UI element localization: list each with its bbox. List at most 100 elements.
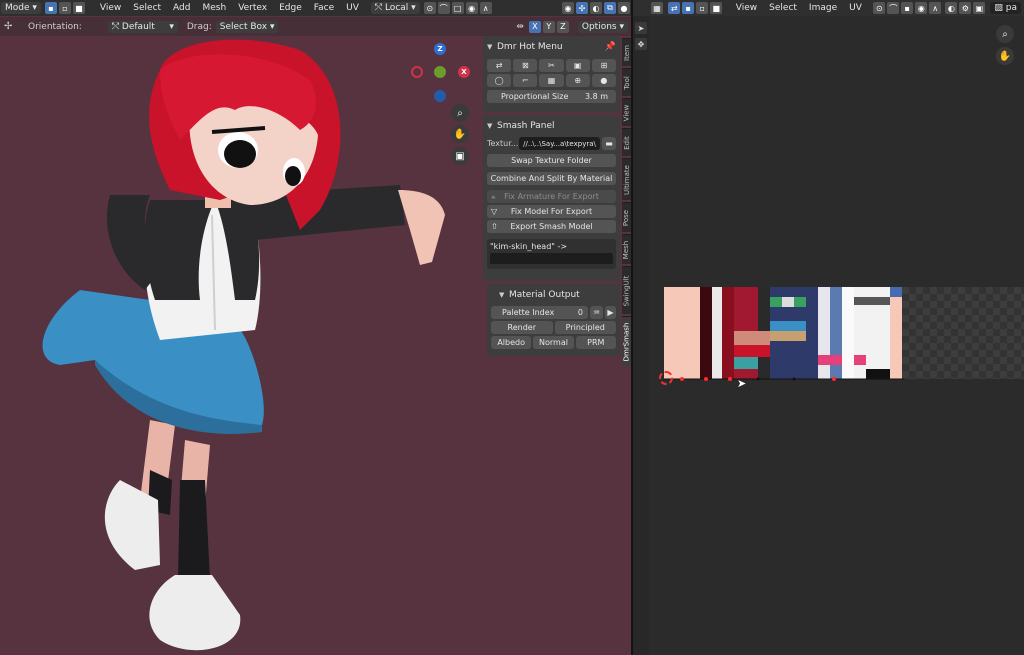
mirror-z-button[interactable]: Z (556, 20, 569, 33)
palette-index-field[interactable]: Palette Index 0 (491, 306, 588, 319)
palette-next-icon[interactable]: ▶ (605, 306, 616, 319)
snap-target-icon[interactable]: □ (451, 2, 464, 14)
uv-pan-hand-icon[interactable]: ✋ (996, 47, 1014, 65)
gizmo-x-axis[interactable]: X (458, 66, 470, 78)
tab-edit[interactable]: Edit (622, 128, 631, 156)
uv-pivot-icon[interactable]: ⊙ (873, 2, 886, 14)
material-output-header[interactable]: ▼ Material Output (491, 287, 616, 303)
uv-editor[interactable]: ▦ ⇄ ▪ ▫ ■ View Select Image UV ⊙ ⌒ ▪ ◉ ∧… (633, 0, 1024, 655)
shading-solid-icon[interactable]: ● (618, 2, 630, 14)
uv-vertex-select-icon[interactable]: ▪ (682, 2, 695, 14)
tab-tool[interactable]: Tool (622, 68, 631, 96)
folder-icon[interactable]: ▬ (602, 137, 616, 150)
uv-edge-select-icon[interactable]: ▫ (696, 2, 709, 14)
tab-pose[interactable]: Pose (622, 202, 631, 232)
tab-ultimate[interactable]: Ultimate (622, 158, 631, 200)
menu-face[interactable]: Face (308, 3, 340, 13)
export-model-button[interactable]: ⇧ Export Smash Model (487, 220, 616, 233)
render-button[interactable]: Render (491, 321, 553, 334)
menu-vertex[interactable]: Vertex (232, 3, 273, 13)
pivot-icon[interactable]: ⊙ (423, 2, 436, 14)
uv-grab-tool-icon[interactable]: ✥ (635, 38, 647, 50)
material-ref-input[interactable] (490, 253, 613, 264)
hot-action-9-icon[interactable]: ⊕ (565, 74, 590, 87)
proportional-size-field[interactable]: Proportional Size 3.8 m (487, 90, 616, 103)
mirror-y-button[interactable]: Y (542, 20, 555, 33)
uv-menu-uv[interactable]: UV (843, 3, 868, 13)
xray-icon[interactable]: ⧉ (604, 2, 616, 14)
hot-action-10-icon[interactable]: ● (591, 74, 617, 87)
pan-hand-icon[interactable]: ✋ (451, 125, 469, 143)
gizmo-z-axis[interactable]: Z (434, 43, 446, 55)
options-dropdown[interactable]: Options ▾ (577, 20, 628, 33)
principled-button[interactable]: Principled (554, 321, 616, 334)
menu-select[interactable]: Select (127, 3, 167, 13)
hot-action-2-icon[interactable]: ⊠ (513, 59, 538, 72)
uv-zoom-icon[interactable]: ⌕ (996, 25, 1014, 43)
hot-action-5-icon[interactable]: ⊞ (591, 59, 617, 72)
drag-dropdown[interactable]: Select Box ▾ (215, 20, 279, 33)
menu-mesh[interactable]: Mesh (196, 3, 232, 13)
uv-snap-target-icon[interactable]: ▪ (901, 2, 914, 14)
pin-icon[interactable]: 📌 (605, 42, 616, 52)
albedo-button[interactable]: Albedo (491, 336, 532, 349)
move-icon[interactable]: ✢ (4, 21, 18, 32)
zoom-icon[interactable]: ⌕ (451, 104, 469, 122)
gizmo-neg-z-axis[interactable] (434, 90, 446, 102)
menu-view[interactable]: View (94, 3, 127, 13)
hot-action-3-icon[interactable]: ✂ (539, 59, 564, 72)
mode-dropdown[interactable]: Mode ▾ (1, 2, 41, 14)
fix-model-button[interactable]: ▽ Fix Model For Export (487, 205, 616, 218)
uv-menu-image[interactable]: Image (803, 3, 843, 13)
face-select-icon[interactable]: ■ (72, 2, 85, 14)
uv-menu-view[interactable]: View (730, 3, 763, 13)
combine-split-button[interactable]: Combine And Split By Material (487, 172, 616, 185)
editor-type-icon[interactable]: ▦ (651, 2, 663, 14)
mirror-icon[interactable]: ⇹ (516, 22, 524, 32)
vertex-select-icon[interactable]: ▪ (44, 2, 57, 14)
tab-swingult[interactable]: SwingUlt (622, 266, 631, 314)
texture-path-input[interactable]: //..\..\Say...a\texpyra\ (519, 137, 600, 150)
swap-texture-folder-button[interactable]: Swap Texture Folder (487, 154, 616, 167)
hot-action-1-icon[interactable]: ⇄ (487, 59, 512, 72)
3d-viewport[interactable]: Mode ▾ ▪ ▫ ■ View Select Add Mesh Vertex… (0, 0, 631, 655)
hot-action-7-icon[interactable]: ⌐ (513, 74, 538, 87)
tab-dmrsmash[interactable]: DmrSmash (622, 316, 631, 366)
hot-action-8-icon[interactable]: ▦ (539, 74, 564, 87)
normal-button[interactable]: Normal (533, 336, 574, 349)
gizmo-toggle-icon[interactable]: ✣ (576, 2, 588, 14)
smash-panel-header[interactable]: ▼ Smash Panel (487, 118, 616, 134)
snap-icon[interactable]: ⌒ (437, 2, 450, 14)
dmr-hot-menu-header[interactable]: ▼ Dmr Hot Menu 📌 (487, 39, 616, 55)
prm-button[interactable]: PRM (575, 336, 616, 349)
2d-cursor-icon[interactable] (659, 371, 673, 385)
gizmo-y-axis[interactable] (434, 66, 446, 78)
tab-item[interactable]: Item (622, 38, 631, 66)
uv-sync-icon[interactable]: ⇄ (668, 2, 681, 14)
fix-armature-button[interactable]: ⚹ Fix Armature For Export (487, 190, 616, 203)
uv-falloff-icon[interactable]: ∧ (929, 2, 942, 14)
menu-edge[interactable]: Edge (273, 3, 308, 13)
uv-overlay-icon[interactable]: ◐ (945, 2, 958, 14)
menu-add[interactable]: Add (167, 3, 196, 13)
palette-paint-icon[interactable]: ♒ (590, 306, 603, 319)
orientation-dropdown[interactable]: ⤲ Default ▾ (107, 20, 178, 33)
uv-menu-select[interactable]: Select (763, 3, 803, 13)
image-selector[interactable]: ▨ pa (990, 2, 1021, 14)
uv-display-icon[interactable]: ▣ (973, 2, 986, 14)
falloff-icon[interactable]: ∧ (479, 2, 492, 14)
mirror-x-button[interactable]: X (528, 20, 541, 33)
proportional-edit-icon[interactable]: ◉ (465, 2, 478, 14)
uv-face-select-icon[interactable]: ■ (710, 2, 723, 14)
visibility-icon[interactable]: ◉ (562, 2, 574, 14)
camera-icon[interactable]: ▣ (451, 147, 469, 165)
tab-mesh[interactable]: Mesh (622, 234, 631, 264)
uv-cursor-tool-icon[interactable]: ➤ (635, 22, 647, 34)
uv-gear-icon[interactable]: ⚙ (959, 2, 972, 14)
hot-action-6-icon[interactable]: ◯ (487, 74, 512, 87)
overlay-icon[interactable]: ◐ (590, 2, 602, 14)
uv-snap-icon[interactable]: ⌒ (887, 2, 900, 14)
edge-select-icon[interactable]: ▫ (58, 2, 71, 14)
transform-orientation-dropdown[interactable]: ⤲ Local ▾ (370, 2, 420, 14)
uv-proportional-icon[interactable]: ◉ (915, 2, 928, 14)
